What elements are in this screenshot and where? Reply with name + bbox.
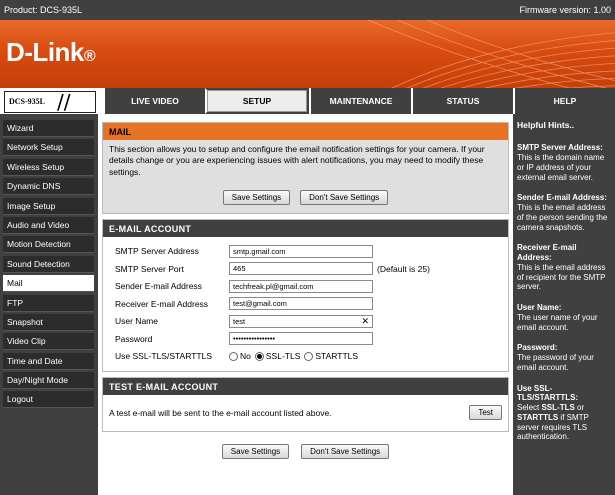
mail-section-title: MAIL — [103, 123, 508, 140]
ssl-option-no[interactable]: No — [229, 351, 251, 361]
test-email-text: A test e-mail will be sent to the e-mail… — [109, 407, 332, 418]
tab-status[interactable]: STATUS — [411, 88, 513, 114]
smtp-server-input[interactable]: smtp.gmail.com — [229, 244, 373, 258]
smtp-server-label: SMTP Server Address — [115, 246, 199, 257]
dlink-logo: D-Link® — [6, 37, 96, 67]
test-email-section: TEST E-MAIL ACCOUNT A test e-mail will b… — [102, 376, 509, 432]
product-label: Product: DCS-935L — [4, 5, 83, 15]
test-button[interactable]: Test — [469, 405, 502, 421]
sender-email-input[interactable]: techfreak.pl@gmail.com — [229, 279, 373, 293]
sidebar-item-image-setup[interactable]: Image Setup — [3, 197, 94, 215]
sidebar-item-sound-detection[interactable]: Sound Detection — [3, 255, 94, 273]
banner-swoosh-graphic — [367, 20, 615, 88]
sidebar-item-audio-video[interactable]: Audio and Video — [3, 216, 94, 234]
email-account-title: E-MAIL ACCOUNT — [103, 220, 508, 238]
field-row: Password •••••••••••••••• — [115, 330, 502, 348]
sidebar-item-day-night[interactable]: Day/Night Mode — [3, 372, 94, 390]
radio-icon — [304, 351, 314, 361]
username-label: User Name — [115, 316, 158, 327]
sidebar-item-wizard[interactable]: Wizard — [3, 120, 94, 137]
tab-help[interactable]: HELP — [513, 88, 615, 114]
tab-live-video[interactable]: LIVE VIDEO — [103, 88, 205, 114]
field-row: SMTP Server Address smtp.gmail.com — [115, 242, 502, 260]
sidebar-item-mail[interactable]: Mail — [3, 275, 94, 293]
help-item: User Name: The user name of your email ac… — [517, 303, 598, 332]
mail-section: MAIL This section allows you to setup an… — [102, 122, 509, 215]
tab-maintenance[interactable]: MAINTENANCE — [309, 88, 411, 114]
ssl-label: Use SSL-TLS/STARTTLS — [115, 351, 212, 362]
clear-icon[interactable]: ✕ — [361, 316, 369, 327]
ssl-option-starttls[interactable]: STARTTLS — [304, 351, 358, 361]
email-account-section: E-MAIL ACCOUNT SMTP Server Address smtp.… — [102, 219, 509, 372]
sidebar-item-time-date[interactable]: Time and Date — [3, 352, 94, 370]
field-row: Sender E-mail Address techfreak.pl@gmail… — [115, 277, 502, 295]
sidebar-item-ftp[interactable]: FTP — [3, 294, 94, 312]
sidebar-item-motion-detection[interactable]: Motion Detection — [3, 236, 94, 254]
password-input[interactable]: •••••••••••••••• — [229, 332, 373, 346]
help-item: Password: The password of your email acco… — [517, 343, 594, 372]
receiver-email-input[interactable]: test@gmail.com — [229, 297, 373, 311]
sidebar-item-logout[interactable]: Logout — [3, 391, 94, 409]
sender-email-label: Sender E-mail Address — [115, 281, 202, 292]
password-label: Password — [115, 333, 153, 344]
help-item: Sender E-mail Address: This is the email … — [517, 193, 608, 232]
dont-save-settings-button-top[interactable]: Don't Save Settings — [300, 190, 389, 206]
help-item: SMTP Server Address: This is the domain n… — [517, 143, 605, 182]
sidebar-item-dynamic-dns[interactable]: Dynamic DNS — [3, 178, 94, 196]
smtp-port-hint: (Default is 25) — [377, 263, 430, 274]
field-row: Use SSL-TLS/STARTTLS No SSL-TLS STARTTLS — [115, 347, 502, 365]
nav-bar: DCS-935L// LIVE VIDEO SETUP MAINTENANCE … — [0, 88, 615, 114]
help-item: Use SSL-TLS/STARTTLS: Select SSL-TLS or S… — [517, 383, 589, 442]
dont-save-settings-button[interactable]: Don't Save Settings — [301, 443, 390, 459]
test-email-title: TEST E-MAIL ACCOUNT — [103, 377, 508, 395]
main-tabs: LIVE VIDEO SETUP MAINTENANCE STATUS HELP — [103, 88, 615, 114]
smtp-port-label: SMTP Server Port — [115, 263, 184, 274]
mail-intro-text: This section allows you to setup and con… — [109, 144, 485, 177]
model-badge: DCS-935L// — [4, 90, 96, 114]
receiver-email-label: Receiver E-mail Address — [115, 298, 209, 309]
ssl-option-ssl-tls[interactable]: SSL-TLS — [254, 351, 300, 361]
brand-banner: D-Link® — [0, 20, 615, 88]
sidebar-item-snapshot[interactable]: Snapshot — [3, 313, 94, 331]
sidebar-item-wireless-setup[interactable]: Wireless Setup — [3, 158, 94, 176]
radio-icon — [229, 351, 238, 361]
save-settings-button-top[interactable]: Save Settings — [222, 190, 291, 206]
sidebar-item-video-clip[interactable]: Video Clip — [3, 333, 94, 351]
field-row: User Name test ✕ — [115, 312, 502, 330]
help-item: Receiver E-mail Address: This is the emai… — [517, 243, 606, 292]
field-row: Receiver E-mail Address test@gmail.com — [115, 295, 502, 313]
username-input[interactable]: test ✕ — [229, 314, 373, 328]
firmware-label: Firmware version: 1.00 — [519, 5, 611, 15]
help-title: Helpful Hints.. — [517, 120, 575, 130]
radio-selected-icon — [254, 351, 264, 361]
top-bar: Product: DCS-935L Firmware version: 1.00 — [0, 0, 615, 20]
smtp-port-input[interactable]: 465 — [229, 262, 373, 276]
field-row: SMTP Server Port 465 (Default is 25) — [115, 260, 502, 278]
sidebar-item-network-setup[interactable]: Network Setup — [3, 139, 94, 157]
save-settings-button[interactable]: Save Settings — [221, 443, 290, 459]
main-content: MAIL This section allows you to setup an… — [98, 114, 513, 495]
sidebar: Wizard Network Setup Wireless Setup Dyna… — [0, 114, 98, 495]
tab-setup[interactable]: SETUP — [205, 88, 309, 114]
help-panel: Helpful Hints.. SMTP Server Address: This… — [513, 114, 615, 495]
